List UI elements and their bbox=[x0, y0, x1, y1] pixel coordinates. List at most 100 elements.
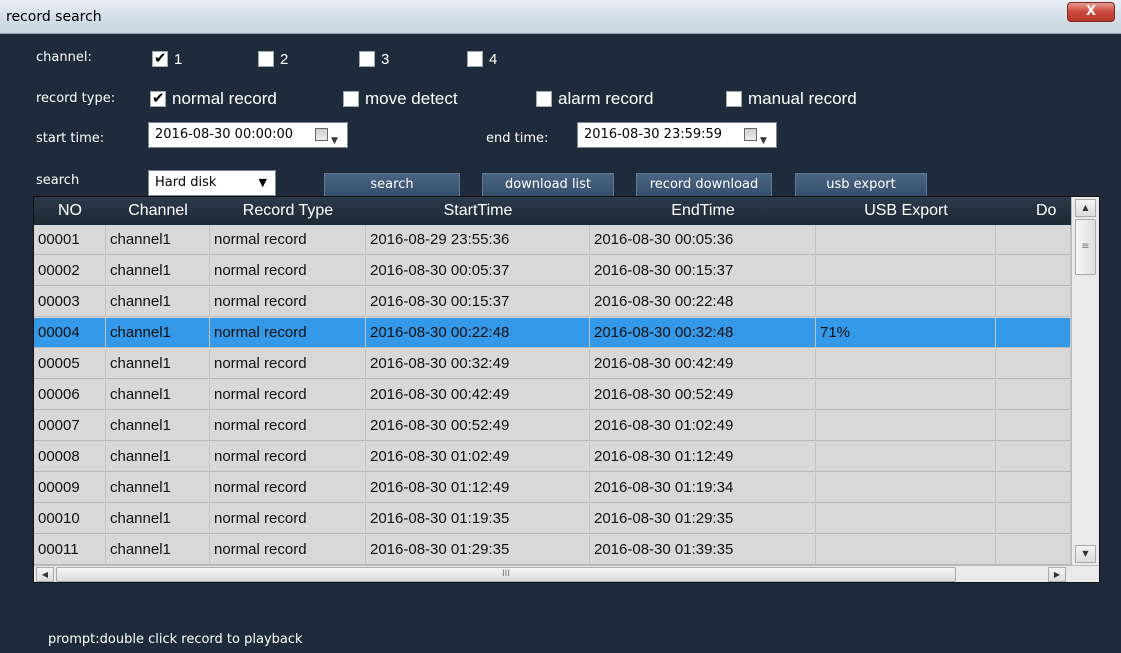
cell-no[interactable]: 00001 bbox=[34, 225, 106, 255]
table-row[interactable]: 00011 channel1 normal record 2016-08-30 01:… bbox=[34, 535, 1071, 565]
download-list-button[interactable]: download list bbox=[482, 173, 614, 197]
cell-end-time[interactable]: 2016-08-30 00:05:36 bbox=[590, 225, 816, 255]
cell-download[interactable] bbox=[996, 504, 1071, 534]
cell-end-time[interactable]: 2016-08-30 00:32:48 bbox=[590, 318, 816, 348]
cell-usb-export[interactable] bbox=[816, 411, 996, 441]
cell-channel[interactable]: channel1 bbox=[106, 287, 210, 317]
start-time-picker[interactable]: 2016-08-30 00:00:00 ▼ bbox=[148, 122, 348, 148]
channel-checkbox-4[interactable]: 4 bbox=[467, 50, 497, 68]
cell-end-time[interactable]: 2016-08-30 01:02:49 bbox=[590, 411, 816, 441]
column-header-download[interactable]: Do bbox=[996, 197, 1071, 225]
cell-download[interactable] bbox=[996, 380, 1071, 410]
cell-channel[interactable]: channel1 bbox=[106, 225, 210, 255]
cell-record-type[interactable]: normal record bbox=[210, 380, 366, 410]
cell-record-type[interactable]: normal record bbox=[210, 225, 366, 255]
cell-channel[interactable]: channel1 bbox=[106, 318, 210, 348]
cell-no[interactable]: 00005 bbox=[34, 349, 106, 379]
table-row[interactable]: 00002 channel1 normal record 2016-08-30 00:… bbox=[34, 256, 1071, 286]
cell-usb-export[interactable] bbox=[816, 349, 996, 379]
chevron-down-icon[interactable]: ▼ bbox=[259, 171, 267, 195]
cell-download[interactable] bbox=[996, 473, 1071, 503]
table-row[interactable]: 00005 channel1 normal record 2016-08-30 00:… bbox=[34, 349, 1071, 379]
cell-channel[interactable]: channel1 bbox=[106, 349, 210, 379]
cell-record-type[interactable]: normal record bbox=[210, 504, 366, 534]
checkbox-icon[interactable] bbox=[152, 49, 168, 67]
cell-end-time[interactable]: 2016-08-30 00:22:48 bbox=[590, 287, 816, 317]
cell-start-time[interactable]: 2016-08-29 23:55:36 bbox=[366, 225, 590, 255]
record-type-alarm[interactable]: alarm record bbox=[536, 89, 653, 108]
cell-channel[interactable]: channel1 bbox=[106, 380, 210, 410]
column-header-start-time[interactable]: StartTime bbox=[366, 197, 590, 225]
table-row[interactable]: 00004 channel1 normal record 2016-08-30 00:… bbox=[34, 318, 1071, 348]
table-row[interactable]: 00009 channel1 normal record 2016-08-30 01:… bbox=[34, 473, 1071, 503]
cell-no[interactable]: 00004 bbox=[34, 318, 106, 348]
search-button[interactable]: search bbox=[324, 173, 460, 197]
cell-record-type[interactable]: normal record bbox=[210, 349, 366, 379]
cell-download[interactable] bbox=[996, 225, 1071, 255]
column-header-no[interactable]: NO bbox=[34, 197, 106, 225]
end-time-picker[interactable]: 2016-08-30 23:59:59 ▼ bbox=[577, 122, 777, 148]
cell-end-time[interactable]: 2016-08-30 00:15:37 bbox=[590, 256, 816, 286]
cell-record-type[interactable]: normal record bbox=[210, 473, 366, 503]
cell-end-time[interactable]: 2016-08-30 01:39:35 bbox=[590, 535, 816, 565]
cell-start-time[interactable]: 2016-08-30 01:19:35 bbox=[366, 504, 590, 534]
scroll-up-icon[interactable]: ▲ bbox=[1075, 199, 1096, 217]
column-header-channel[interactable]: Channel bbox=[106, 197, 210, 225]
scroll-down-icon[interactable]: ▼ bbox=[1075, 545, 1096, 563]
cell-no[interactable]: 00003 bbox=[34, 287, 106, 317]
cell-record-type[interactable]: normal record bbox=[210, 287, 366, 317]
cell-start-time[interactable]: 2016-08-30 00:15:37 bbox=[366, 287, 590, 317]
checkbox-icon[interactable] bbox=[150, 89, 166, 107]
cell-start-time[interactable]: 2016-08-30 00:52:49 bbox=[366, 411, 590, 441]
horizontal-scrollbar[interactable]: ◀ III ▶ bbox=[34, 565, 1099, 582]
cell-start-time[interactable]: 2016-08-30 00:42:49 bbox=[366, 380, 590, 410]
start-time-value[interactable]: 2016-08-30 00:00:00 bbox=[155, 127, 293, 142]
calendar-icon[interactable]: ▼ bbox=[315, 128, 341, 146]
cell-download[interactable] bbox=[996, 349, 1071, 379]
cell-no[interactable]: 00011 bbox=[34, 535, 106, 565]
record-table[interactable]: NO Channel Record Type StartTime EndTime… bbox=[33, 196, 1100, 583]
record-type-normal[interactable]: normal record bbox=[150, 89, 277, 108]
cell-usb-export[interactable] bbox=[816, 287, 996, 317]
cell-usb-export[interactable] bbox=[816, 225, 996, 255]
cell-download[interactable] bbox=[996, 287, 1071, 317]
record-type-move-detect[interactable]: move detect bbox=[343, 89, 458, 108]
cell-download[interactable] bbox=[996, 411, 1071, 441]
table-row[interactable]: 00001 channel1 normal record 2016-08-29 23:… bbox=[34, 225, 1071, 255]
cell-end-time[interactable]: 2016-08-30 01:19:34 bbox=[590, 473, 816, 503]
cell-channel[interactable]: channel1 bbox=[106, 411, 210, 441]
cell-record-type[interactable]: normal record bbox=[210, 256, 366, 286]
checkbox-icon[interactable] bbox=[258, 51, 274, 67]
cell-usb-export[interactable] bbox=[816, 535, 996, 565]
column-header-end-time[interactable]: EndTime bbox=[590, 197, 816, 225]
table-row[interactable]: 00008 channel1 normal record 2016-08-30 01:… bbox=[34, 442, 1071, 472]
cell-start-time[interactable]: 2016-08-30 01:29:35 bbox=[366, 535, 590, 565]
checkbox-icon[interactable] bbox=[536, 91, 552, 107]
table-row[interactable]: 00003 channel1 normal record 2016-08-30 00:… bbox=[34, 287, 1071, 317]
column-header-usb-export[interactable]: USB Export bbox=[816, 197, 996, 225]
cell-channel[interactable]: channel1 bbox=[106, 442, 210, 472]
table-row[interactable]: 00007 channel1 normal record 2016-08-30 00:… bbox=[34, 411, 1071, 441]
cell-download[interactable] bbox=[996, 535, 1071, 565]
checkbox-icon[interactable] bbox=[726, 91, 742, 107]
vertical-scrollbar[interactable]: ▲ ≡ ▼ bbox=[1071, 197, 1099, 565]
table-row[interactable]: 00006 channel1 normal record 2016-08-30 00:… bbox=[34, 380, 1071, 410]
scroll-right-icon[interactable]: ▶ bbox=[1048, 567, 1066, 582]
checkbox-icon[interactable] bbox=[467, 51, 483, 67]
cell-record-type[interactable]: normal record bbox=[210, 442, 366, 472]
cell-channel[interactable]: channel1 bbox=[106, 504, 210, 534]
cell-start-time[interactable]: 2016-08-30 00:05:37 bbox=[366, 256, 590, 286]
cell-end-time[interactable]: 2016-08-30 01:29:35 bbox=[590, 504, 816, 534]
cell-no[interactable]: 00002 bbox=[34, 256, 106, 286]
record-type-manual[interactable]: manual record bbox=[726, 89, 857, 108]
search-source-select[interactable]: Hard disk ▼ bbox=[148, 170, 276, 196]
scroll-left-icon[interactable]: ◀ bbox=[36, 567, 54, 582]
cell-usb-export[interactable] bbox=[816, 504, 996, 534]
close-icon[interactable]: X bbox=[1086, 4, 1096, 19]
usb-export-button[interactable]: usb export bbox=[795, 173, 927, 197]
cell-start-time[interactable]: 2016-08-30 01:12:49 bbox=[366, 473, 590, 503]
channel-checkbox-1[interactable]: 1 bbox=[152, 49, 182, 68]
channel-checkbox-2[interactable]: 2 bbox=[258, 50, 288, 68]
cell-usb-export[interactable] bbox=[816, 473, 996, 503]
table-row[interactable]: 00010 channel1 normal record 2016-08-30 01:… bbox=[34, 504, 1071, 534]
